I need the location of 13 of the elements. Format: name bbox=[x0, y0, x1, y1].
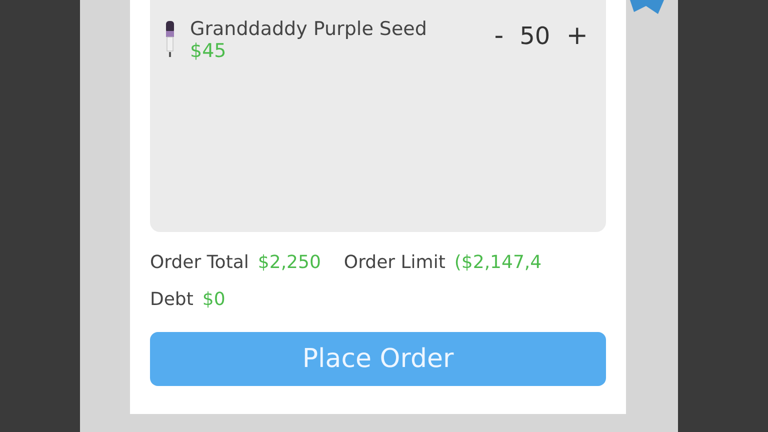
seed-vial-icon bbox=[164, 21, 176, 59]
decrement-button[interactable]: - bbox=[490, 21, 508, 51]
increment-button[interactable]: + bbox=[562, 21, 592, 51]
product-price: $45 bbox=[190, 40, 228, 62]
order-total-value: $2,250 bbox=[258, 252, 321, 273]
product-name: Granddaddy Purple Seed bbox=[190, 18, 428, 40]
debt-value: $0 bbox=[202, 289, 226, 310]
order-limit-label: Order Limit bbox=[344, 252, 446, 273]
ribbon-icon bbox=[630, 0, 664, 14]
order-limit-value: ($2,147,4 bbox=[454, 252, 542, 273]
quantity-value: 50 bbox=[520, 22, 550, 50]
debt-label: Debt bbox=[150, 289, 194, 310]
order-total-label: Order Total bbox=[150, 252, 249, 273]
